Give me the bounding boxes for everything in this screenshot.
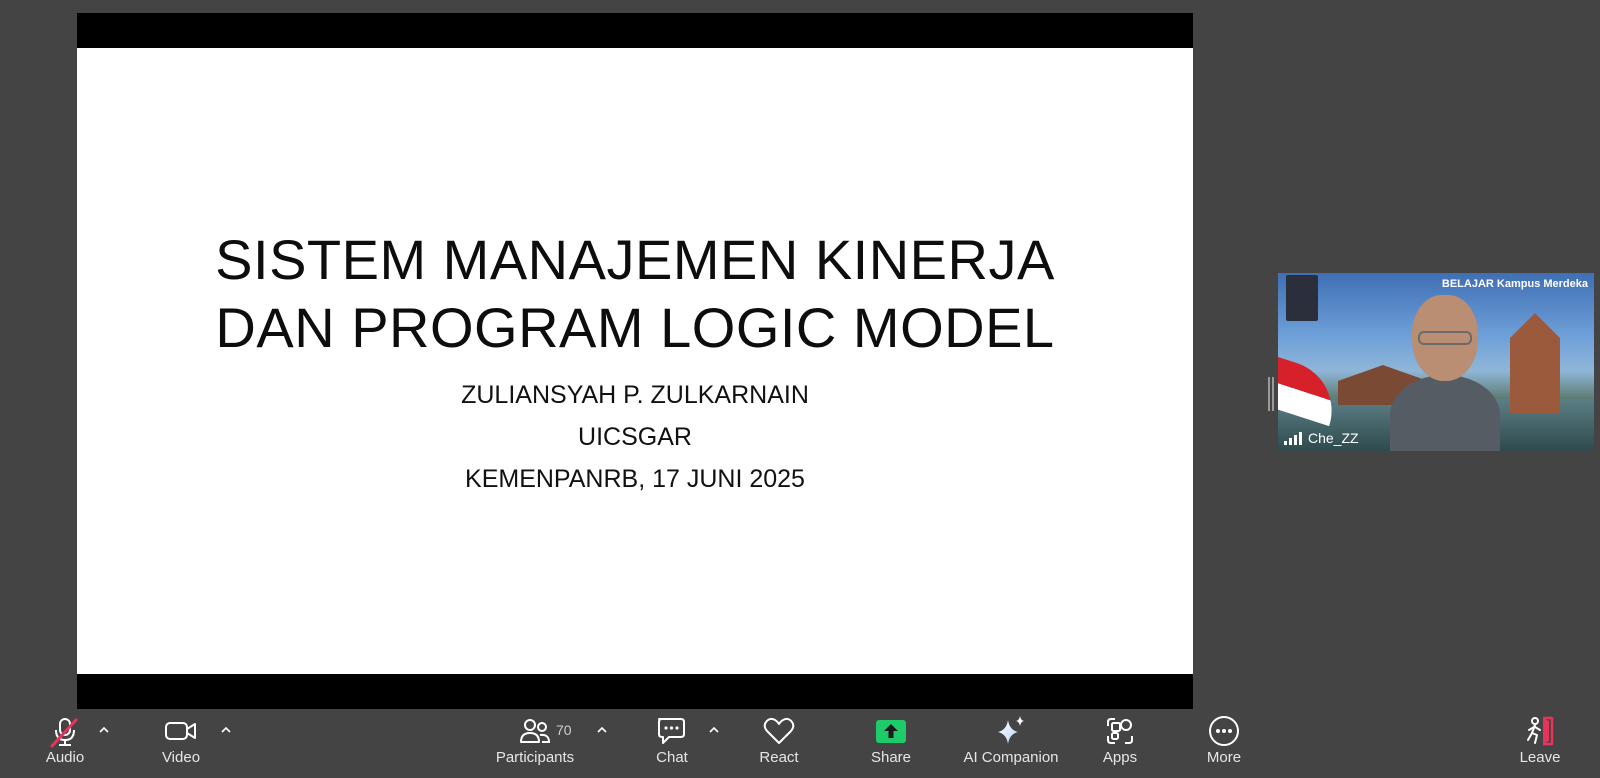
share-button[interactable]: Share [866,712,916,778]
apps-button[interactable]: Apps [1096,712,1144,778]
people-icon [518,712,552,750]
more-label: More [1206,749,1242,766]
chat-button[interactable]: Chat [652,712,692,778]
university-logo-icon [1286,275,1318,321]
video-button[interactable]: Video [156,712,206,778]
slide-title-line-1: SISTEM MANAJEMEN KINERJA [215,228,1055,291]
more-dots-icon [1207,712,1241,750]
audio-options-chevron-up-icon[interactable] [96,722,112,738]
audio-label: Audio [45,749,85,766]
chat-options-chevron-up-icon[interactable] [706,722,722,738]
apps-grid-icon [1104,712,1136,750]
participants-options-chevron-up-icon[interactable] [594,722,610,738]
participant-person [1390,295,1500,451]
more-button[interactable]: More [1200,712,1248,778]
chat-label: Chat [656,749,688,766]
video-label: Video [161,749,201,766]
participant-video-tile[interactable]: BELAJAR Kampus Merdeka Che_ZZ [1278,273,1594,451]
sparkle-icon [994,712,1028,750]
react-button[interactable]: React [754,712,804,778]
heart-icon [762,712,796,750]
share-label: Share [870,749,912,766]
slide-title: SISTEM MANAJEMEN KINERJA DAN PROGRAM LOG… [77,226,1193,362]
video-background-tower [1510,313,1560,413]
muted-microphone-icon [48,712,82,750]
participant-body [1390,375,1500,451]
presentation-slide: SISTEM MANAJEMEN KINERJA DAN PROGRAM LOG… [77,48,1193,674]
slide-organization: UICSGAR [578,423,692,451]
connection-signal-icon [1284,431,1302,445]
react-label: React [759,749,799,766]
video-options-chevron-up-icon[interactable] [218,722,234,738]
share-arrow-icon [875,712,907,750]
leave-button[interactable]: Leave [1516,712,1564,778]
chat-bubbles-icon [655,712,689,750]
video-camera-icon [164,712,198,750]
apps-label: Apps [1102,749,1138,766]
panel-resize-handle[interactable] [1268,377,1274,411]
ai-companion-label: AI Companion [963,749,1059,766]
leave-door-icon [1523,712,1557,750]
participant-name-bar: Che_ZZ [1278,425,1365,451]
slide-presenter: ZULIANSYAH P. ZULKARNAIN [461,381,809,409]
slide-title-line-2: DAN PROGRAM LOGIC MODEL [215,296,1055,359]
shared-screen: SISTEM MANAJEMEN KINERJA DAN PROGRAM LOG… [77,13,1193,709]
participants-count: 70 [556,722,572,738]
ai-companion-button[interactable]: AI Companion [960,712,1062,778]
meeting-toolbar: Audio Video Participants 70 Chat React S… [0,712,1600,778]
participant-glasses [1418,331,1472,345]
video-background-text: BELAJAR Kampus Merdeka [1441,278,1588,290]
audio-button[interactable]: Audio [40,712,90,778]
participants-label: Participants [495,749,575,766]
participant-name: Che_ZZ [1308,430,1359,446]
leave-label: Leave [1519,749,1561,766]
slide-event: KEMENPANRB, 17 JUNI 2025 [465,465,805,493]
